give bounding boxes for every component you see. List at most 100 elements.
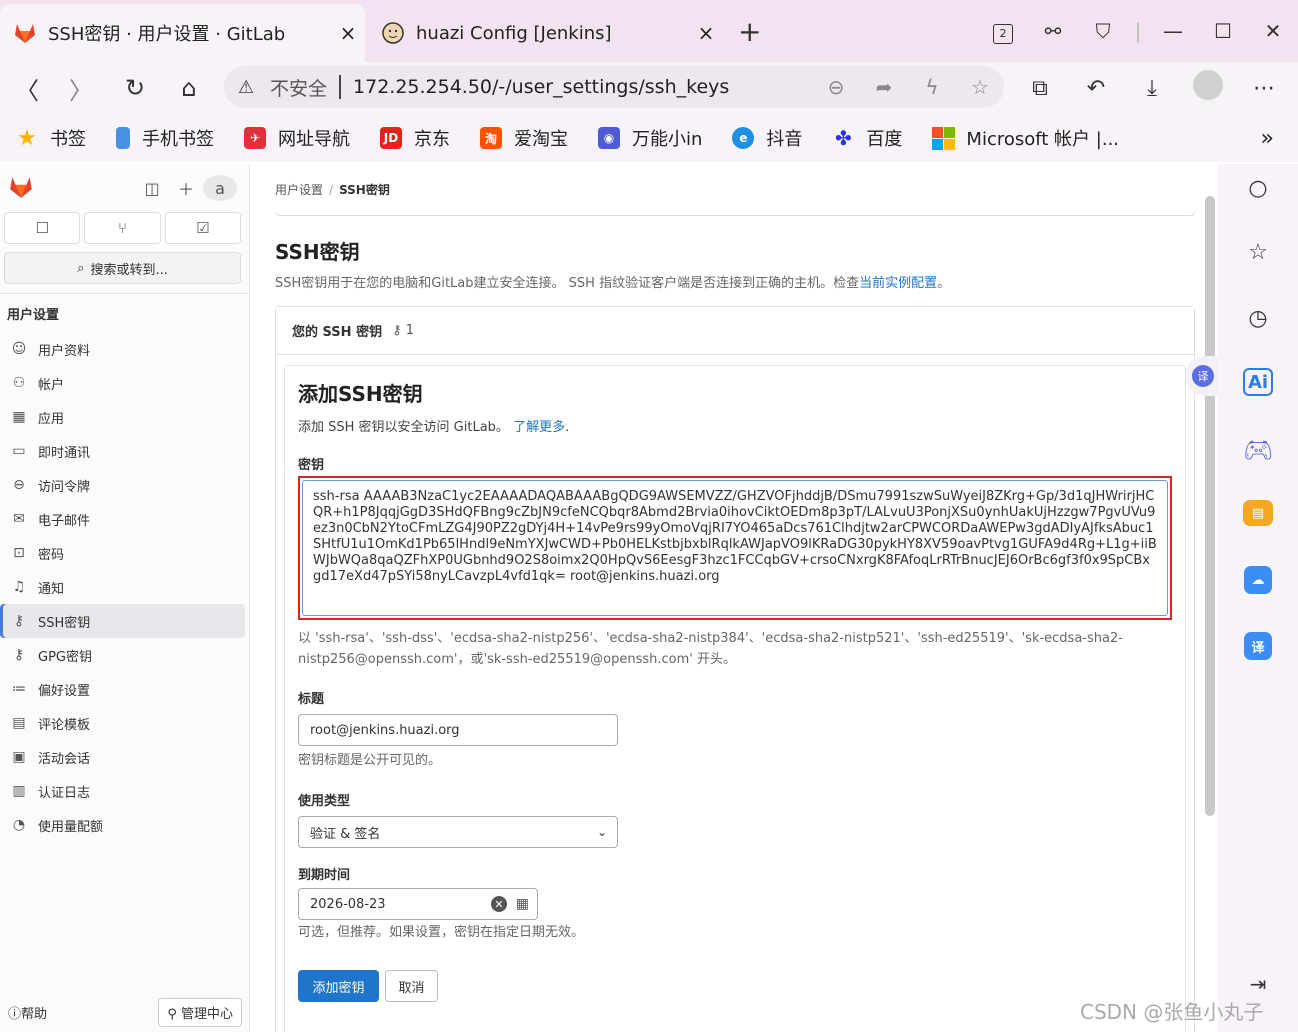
admin-area-button[interactable]: ⚲ 管理中心 xyxy=(158,997,242,1027)
incognito-icon[interactable]: ⚯ xyxy=(1028,19,1078,43)
profile-avatar-icon[interactable] xyxy=(1180,70,1236,106)
more-menu-icon[interactable]: ⋯ xyxy=(1236,76,1292,101)
sidebar-item-6[interactable]: ✉ 电子邮件 xyxy=(0,502,245,536)
tab-close-icon[interactable]: × xyxy=(689,21,723,45)
tab-close-icon[interactable]: × xyxy=(331,21,365,45)
browser-side-panel: ○ ☆ ◷ Ai 🎮︎ ▤ ☁ 译 ⇥ xyxy=(1218,164,1298,1032)
bookmark-item[interactable]: ✤ 百度 xyxy=(832,125,902,151)
gitlab-logo-icon[interactable] xyxy=(8,175,34,201)
maximize-icon[interactable]: ☐ xyxy=(1198,19,1248,43)
star-icon[interactable]: ☆ xyxy=(1240,234,1276,270)
ai-icon[interactable]: Ai xyxy=(1243,368,1273,396)
key-count: ⚷ 1 xyxy=(392,323,414,338)
issues-icon[interactable]: ☐ xyxy=(4,212,81,244)
sidebar-item-8[interactable]: ♫ 通知 xyxy=(0,570,245,604)
sidebar-toggle-icon[interactable]: ◫ xyxy=(135,179,169,198)
bookmark-item[interactable]: ◉ 万能小in xyxy=(598,125,702,151)
key-textarea[interactable]: ssh-rsa AAAAB3NzaC1yc2EAAAADAQABAAABgQDG… xyxy=(302,480,1168,616)
expiry-date-input[interactable]: 2026-08-23 ✕ ▦ xyxy=(298,888,538,920)
bookmark-item[interactable]: ★ 书签 xyxy=(16,125,86,151)
sidebar-item-12[interactable]: ▤ 评论模板 xyxy=(0,706,245,740)
sidebar-item-1[interactable]: ☺ 用户资料 xyxy=(0,332,245,366)
token-icon: ⊖ xyxy=(13,477,25,493)
tab-jenkins[interactable]: huazi Config [Jenkins] × xyxy=(368,4,723,62)
sidebar-item-10[interactable]: ⚷ GPG密钥 xyxy=(0,638,245,672)
bookmark-item[interactable]: ✈ 网址导航 xyxy=(244,125,350,151)
key-highlight: ssh-rsa AAAAB3NzaC1yc2EAAAADAQABAAABgQDG… xyxy=(298,476,1172,620)
bookmark-item[interactable]: Microsoft 帐户 |... xyxy=(931,125,1119,151)
briefcase-icon[interactable]: ▤ xyxy=(1243,500,1273,526)
game-icon[interactable]: 🎮︎ xyxy=(1240,432,1276,468)
help-label: 帮助 xyxy=(21,1006,48,1022)
bolt-icon[interactable]: ϟ xyxy=(908,75,956,99)
bookmark-item[interactable]: e 抖音 xyxy=(732,125,802,151)
add-key-button[interactable]: 添加密钥 xyxy=(298,970,379,1002)
calendar-icon[interactable]: ▦ xyxy=(516,896,529,912)
new-tab-button[interactable]: + xyxy=(738,15,761,48)
close-window-icon[interactable]: ✕ xyxy=(1248,19,1298,43)
sidebar-item-15[interactable]: ◔ 使用量配额 xyxy=(0,808,245,842)
bookmark-label: 爱淘宝 xyxy=(514,129,568,150)
create-new-icon[interactable]: ＋ xyxy=(169,176,203,200)
breadcrumb-ssh-keys[interactable]: SSH密钥 xyxy=(339,183,390,197)
tab-gitlab[interactable]: SSH密钥 · 用户设置 · GitLab × xyxy=(0,4,365,62)
back-icon[interactable]: 〈 xyxy=(0,71,54,106)
extensions-icon[interactable]: ⛉ xyxy=(1078,19,1128,43)
favorite-star-icon[interactable]: ☆ xyxy=(956,75,1004,99)
warning-icon[interactable]: ⚠ xyxy=(238,77,264,98)
sidebar-item-13[interactable]: ▣ 活动会话 xyxy=(0,740,245,774)
expiry-value: 2026-08-23 xyxy=(310,896,386,912)
gitlab-sidebar: ◫ ＋ a ☐ ⑂ ☑ ⌕ 搜索或转到... 用户设置 ☺ 用户资料 ⚇ 帐户 ▦ 应用 ▭… xyxy=(0,164,250,1032)
sidebar-item-9[interactable]: ⚷ SSH密钥 xyxy=(0,604,245,638)
log-icon: ▥ xyxy=(12,783,26,799)
avatar[interactable]: a xyxy=(203,175,237,201)
bookmark-item[interactable]: 手机书签 xyxy=(116,125,214,151)
bookmarks-more-button[interactable]: » xyxy=(1261,126,1274,151)
tab-count-icon[interactable]: 2 xyxy=(978,18,1028,44)
title-input[interactable]: root@jenkins.huazi.org xyxy=(298,714,618,746)
translate-icon[interactable]: 译 xyxy=(1244,632,1272,660)
clear-icon[interactable]: ✕ xyxy=(491,896,507,912)
bookmark-label: 万能小in xyxy=(632,129,703,150)
home-icon[interactable]: ⌂ xyxy=(162,74,216,102)
sidebar-item-label: 帐户 xyxy=(38,377,65,393)
comment-template-icon: ▤ xyxy=(12,715,26,731)
bookmark-item[interactable]: JD 京东 xyxy=(380,125,450,151)
download-icon[interactable]: ⤓ xyxy=(1124,76,1180,101)
search-icon[interactable]: ○ xyxy=(1240,170,1276,206)
zoom-icon[interactable]: ⊖ xyxy=(812,75,860,99)
todo-icon[interactable]: ☑ xyxy=(164,212,241,244)
search-button[interactable]: ⌕ 搜索或转到... xyxy=(4,252,241,284)
help-button[interactable]: ⓘ帮助 xyxy=(8,1003,47,1022)
sidebar-item-3[interactable]: ▦ 应用 xyxy=(0,400,245,434)
reload-icon[interactable]: ↻ xyxy=(108,74,162,102)
bookmark-item[interactable]: 淘爱淘宝 xyxy=(480,125,568,151)
quota-icon: ◔ xyxy=(12,817,26,833)
learn-more-link[interactable]: 了解更多 xyxy=(513,420,565,435)
sidebar-item-7[interactable]: ⊡ 密码 xyxy=(0,536,245,570)
merge-requests-icon[interactable]: ⑂ xyxy=(84,212,161,244)
sidebar-item-4[interactable]: ▭ 即时通讯 xyxy=(0,434,245,468)
sidebar-item-11[interactable]: ≔ 偏好设置 xyxy=(0,672,245,706)
instance-config-link[interactable]: 当前实例配置 xyxy=(859,276,937,291)
address-bar[interactable]: ⚠ 不安全 172.25.254.50/-/user_settings/ssh_… xyxy=(224,66,1004,108)
url-text[interactable]: 172.25.254.50/-/user_settings/ssh_keys xyxy=(353,76,812,98)
sidebar-item-5[interactable]: ⊖ 访问令牌 xyxy=(0,468,245,502)
scrollbar[interactable] xyxy=(1205,196,1215,816)
breadcrumb-user-settings[interactable]: 用户设置 xyxy=(275,183,323,197)
usage-type-select[interactable]: 验证 & 签名 ⌄ xyxy=(298,816,618,848)
gpg-key-icon: ⚷ xyxy=(13,647,25,663)
minimize-icon[interactable]: — xyxy=(1148,19,1198,43)
bookmark-label: 手机书签 xyxy=(142,129,214,150)
forward-icon[interactable]: 〉 xyxy=(54,71,108,106)
share-icon[interactable]: ➦ xyxy=(860,75,908,99)
cancel-button[interactable]: 取消 xyxy=(385,970,438,1002)
clock-icon[interactable]: ◷ xyxy=(1240,300,1276,336)
douyin-icon: e xyxy=(732,127,755,149)
sidebar-item-14[interactable]: ▥ 认证日志 xyxy=(0,774,245,808)
sidebar-item-2[interactable]: ⚇ 帐户 xyxy=(0,366,245,400)
undo-icon[interactable]: ↶ xyxy=(1068,76,1124,101)
translate-float-button[interactable]: 译 xyxy=(1186,356,1220,396)
cloud-icon[interactable]: ☁ xyxy=(1244,566,1272,594)
extension-puzzle-icon[interactable]: ⧉ xyxy=(1012,76,1068,101)
